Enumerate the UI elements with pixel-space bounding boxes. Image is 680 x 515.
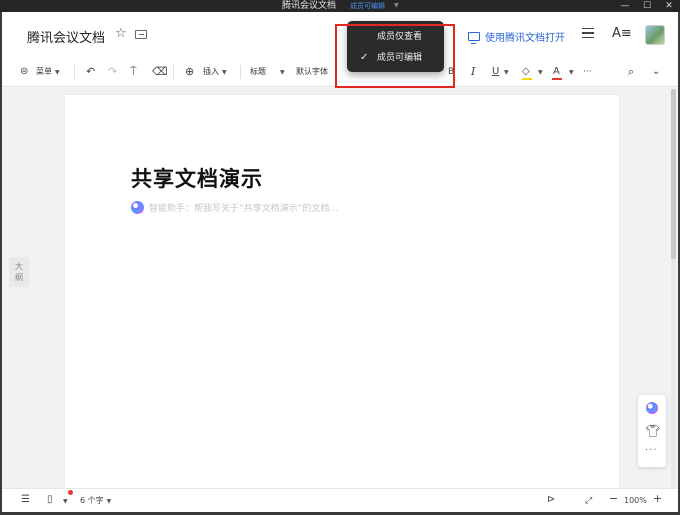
avatar[interactable]	[645, 25, 665, 45]
floating-tools-panel: 👕︎ ···	[638, 395, 666, 467]
word-count[interactable]: 6 个字 ▼	[80, 495, 111, 508]
close-button[interactable]: ✕	[658, 0, 680, 12]
undo-icon[interactable]: ↶	[86, 65, 95, 79]
chevron-down-icon: ▼	[106, 498, 112, 505]
more-icon[interactable]: ···	[645, 445, 658, 456]
chevron-down-icon[interactable]: ▼	[569, 69, 574, 76]
open-in-app-button[interactable]: 使用腾讯文档打开	[468, 29, 565, 44]
move-to-folder-icon[interactable]	[135, 30, 147, 39]
fullscreen-icon[interactable]: ⤢	[585, 495, 592, 507]
highlight-color-bar	[522, 78, 532, 80]
font-size-icon[interactable]: A≡	[612, 26, 632, 41]
format-painter-icon[interactable]: ⍑	[130, 65, 137, 79]
insert-plus-icon[interactable]: ⊕	[185, 65, 194, 79]
document-heading[interactable]: 共享文档演示	[131, 163, 263, 193]
toolbar-divider	[74, 65, 75, 79]
menu-dropdown[interactable]: 菜单 ▼	[36, 66, 60, 79]
insert-dropdown[interactable]: 插入 ▼	[203, 66, 227, 79]
italic-button[interactable]: I	[471, 65, 475, 79]
ai-assistant-icon[interactable]	[646, 402, 658, 414]
toolbar-divider	[240, 65, 241, 79]
hamburger-menu-icon[interactable]	[582, 28, 594, 38]
status-bar: ☰ ▯ ▼ 6 个字 ▼ ⊳ ⤢ − 100% +	[2, 488, 678, 512]
chevron-down-icon: ▼	[280, 69, 285, 76]
maximize-button[interactable]: ☐	[636, 0, 658, 12]
chevron-down-icon[interactable]: ▼	[504, 69, 509, 76]
ai-prompt-text: 智能助手：帮我写关于“共享文档演示”的文档...	[149, 204, 338, 214]
clear-format-icon[interactable]: ⌫	[152, 65, 168, 79]
theme-shirt-icon[interactable]: 👕︎	[645, 424, 660, 438]
minimize-button[interactable]: —	[614, 0, 636, 12]
scrollbar-thumb[interactable]	[671, 89, 676, 259]
monitor-icon	[468, 32, 480, 44]
document-canvas: 共享文档演示 智能助手：帮我写关于“共享文档演示”的文档... 大 纲	[2, 88, 678, 490]
insert-label: 插入	[203, 67, 219, 76]
doc-title[interactable]: 腾讯会议文档	[27, 27, 105, 46]
highlight-icon[interactable]: ◇	[522, 65, 530, 79]
window-title: 腾讯会议文档	[282, 1, 337, 11]
word-count-label: 6 个字	[80, 496, 104, 505]
toolbar-divider	[173, 65, 174, 79]
annotation-highlight-box	[335, 24, 455, 88]
chevron-down-icon[interactable]: ▼	[538, 69, 543, 76]
ai-assistant-prompt[interactable]: 智能助手：帮我写关于“共享文档演示”的文档...	[131, 201, 338, 214]
document-page[interactable]: 共享文档演示 智能助手：帮我写关于“共享文档演示”的文档...	[65, 95, 619, 490]
chevron-down-icon: ▼	[55, 69, 60, 76]
open-in-app-label: 使用腾讯文档打开	[485, 33, 565, 44]
outline-tab-label: 大 纲	[15, 262, 23, 282]
collapse-toolbar-icon[interactable]: ⌄	[652, 65, 660, 79]
menu-circle-icon[interactable]: ⊜	[20, 65, 28, 79]
font-dropdown[interactable]: 默认字体	[296, 66, 328, 78]
permission-label[interactable]: 成员可编辑	[350, 1, 385, 12]
font-color-bar	[552, 78, 562, 80]
zoom-out-button[interactable]: −	[609, 493, 618, 505]
font-color-button[interactable]: A	[553, 65, 560, 79]
zoom-in-button[interactable]: +	[653, 493, 662, 505]
ai-assistant-icon	[131, 201, 144, 214]
permission-caret-icon[interactable]: ▼	[394, 0, 399, 12]
menu-label: 菜单	[36, 67, 52, 76]
vertical-scrollbar[interactable]	[671, 89, 676, 487]
outline-list-icon[interactable]: ☰	[21, 494, 30, 506]
underline-button[interactable]: U	[492, 65, 499, 79]
chevron-down-icon[interactable]: ▼	[63, 496, 68, 508]
heading-dropdown[interactable]: 标题 ▼	[250, 66, 285, 79]
page-view-icon[interactable]: ▯	[47, 494, 53, 506]
star-icon[interactable]: ☆	[115, 26, 127, 41]
zoom-level[interactable]: 100%	[624, 495, 647, 507]
chevron-down-icon: ▼	[222, 69, 227, 76]
outline-tab[interactable]: 大 纲	[9, 257, 29, 287]
redo-icon[interactable]: ↷	[108, 65, 117, 79]
heading-label: 标题	[250, 67, 266, 76]
more-icon[interactable]: ···	[583, 65, 592, 79]
os-title-bar: 腾讯会议文档 成员可编辑 ▼ — ☐ ✕	[0, 0, 680, 12]
play-icon[interactable]: ⊳	[547, 494, 555, 506]
notification-dot	[68, 490, 73, 495]
search-icon[interactable]: ⌕	[628, 65, 634, 79]
